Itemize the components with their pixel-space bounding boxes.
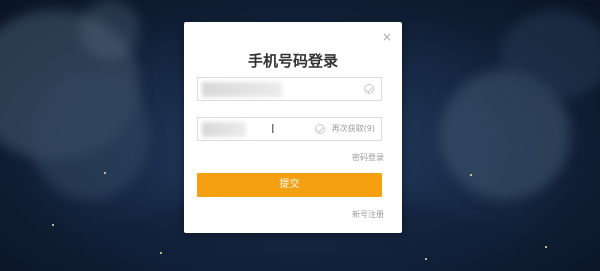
bg-star [470,174,472,176]
bg-star [545,246,547,248]
bg-ornament-left [80,0,140,60]
bg-star [160,252,162,254]
check-circle-icon[interactable] [364,84,374,94]
bg-ornament-right [500,10,600,100]
submit-button[interactable]: 提交 [197,173,382,197]
check-circle-icon[interactable] [315,124,325,134]
bg-star [104,172,106,174]
bg-star [425,258,427,260]
register-link[interactable]: 新号注册 [352,209,384,220]
close-icon[interactable]: × [380,30,394,44]
phone-login-dialog: × 手机号码登录 I 再次获取(9) 密码登录 提交 新号注册 [184,22,402,233]
dialog-title: 手机号码登录 [247,52,338,70]
bg-figure-left-lower [30,70,150,200]
phone-number-field[interactable] [197,77,382,101]
resend-code-button[interactable]: 再次获取(9) [332,123,375,135]
password-login-link[interactable]: 密码登录 [352,152,384,163]
bg-star [52,224,54,226]
phone-number-input[interactable] [198,78,381,100]
text-cursor-icon: I [271,122,275,136]
verification-code-field[interactable]: I 再次获取(9) [197,117,382,141]
